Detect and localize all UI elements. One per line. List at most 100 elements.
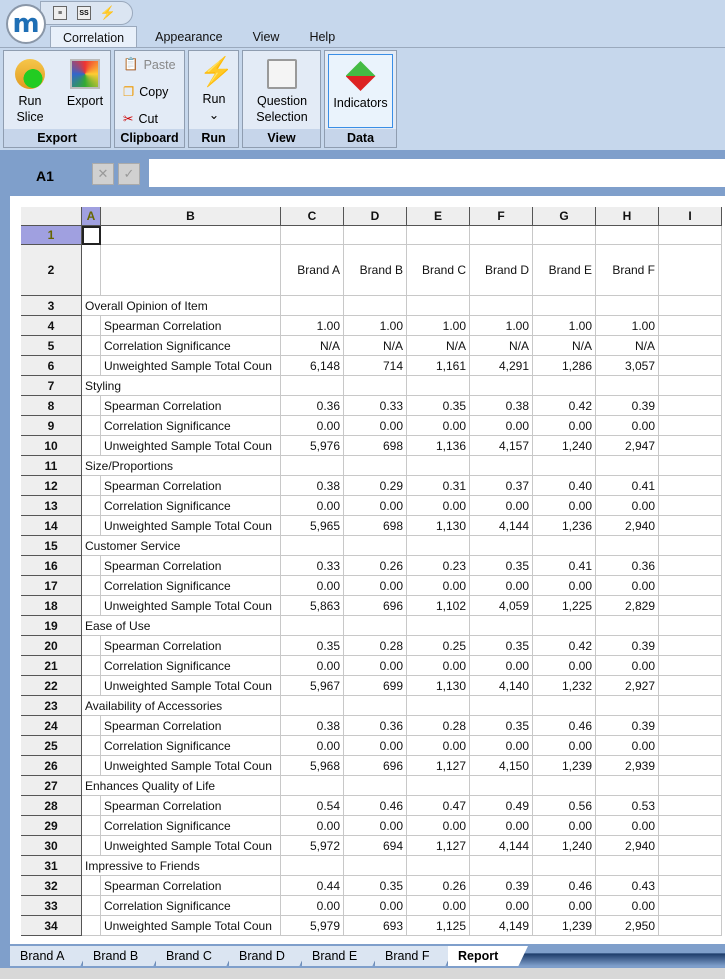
export-button[interactable]: Export <box>64 59 106 109</box>
value-cell[interactable]: 0.00 <box>281 896 344 916</box>
cell[interactable] <box>659 596 722 616</box>
metric-label[interactable]: Spearman Correlation <box>101 636 281 656</box>
row-header[interactable]: 32 <box>21 876 82 896</box>
cell-reference[interactable]: A1 <box>36 168 54 184</box>
value-cell[interactable]: 1,102 <box>407 596 470 616</box>
ss-icon[interactable]: SS <box>77 6 91 20</box>
cell[interactable] <box>533 376 596 396</box>
cell[interactable] <box>596 226 659 245</box>
value-cell[interactable]: 0.00 <box>470 576 533 596</box>
cell[interactable] <box>659 456 722 476</box>
cell[interactable] <box>659 356 722 376</box>
metric-label[interactable]: Unweighted Sample Total Coun <box>101 436 281 456</box>
value-cell[interactable]: 698 <box>344 436 407 456</box>
value-cell[interactable]: 1,240 <box>533 836 596 856</box>
value-cell[interactable]: 0.00 <box>533 576 596 596</box>
value-cell[interactable]: 5,967 <box>281 676 344 696</box>
cell[interactable] <box>659 576 722 596</box>
value-cell[interactable]: 0.28 <box>407 716 470 736</box>
value-cell[interactable]: 0.56 <box>533 796 596 816</box>
cell[interactable] <box>659 776 722 796</box>
value-cell[interactable]: 0.00 <box>407 496 470 516</box>
value-cell[interactable]: 0.46 <box>533 716 596 736</box>
value-cell[interactable]: 0.00 <box>407 896 470 916</box>
cell[interactable] <box>659 616 722 636</box>
value-cell[interactable]: 1,240 <box>533 436 596 456</box>
value-cell[interactable]: 1.00 <box>281 316 344 336</box>
cell[interactable] <box>82 556 101 576</box>
cell[interactable] <box>344 616 407 636</box>
value-cell[interactable]: 0.43 <box>596 876 659 896</box>
tab-view[interactable]: View <box>241 26 292 47</box>
value-cell[interactable]: 0.00 <box>470 736 533 756</box>
cell[interactable] <box>596 296 659 316</box>
row-header[interactable]: 20 <box>21 636 82 656</box>
metric-label[interactable]: Unweighted Sample Total Coun <box>101 836 281 856</box>
value-cell[interactable]: 0.00 <box>281 816 344 836</box>
cell[interactable] <box>344 536 407 556</box>
value-cell[interactable]: 1.00 <box>533 316 596 336</box>
value-cell[interactable]: 1,236 <box>533 516 596 536</box>
cell[interactable] <box>659 296 722 316</box>
value-cell[interactable]: 0.25 <box>407 636 470 656</box>
cell[interactable] <box>82 596 101 616</box>
metric-label[interactable]: Correlation Significance <box>101 736 281 756</box>
metric-label[interactable]: Unweighted Sample Total Coun <box>101 676 281 696</box>
cell[interactable] <box>82 396 101 416</box>
tab-help[interactable]: Help <box>297 26 347 47</box>
row-header[interactable]: 19 <box>21 616 82 636</box>
cell[interactable] <box>101 226 281 245</box>
value-cell[interactable]: 1.00 <box>596 316 659 336</box>
cell[interactable] <box>659 916 722 936</box>
column-header-A[interactable]: A <box>82 207 101 226</box>
row-header[interactable]: 33 <box>21 896 82 916</box>
row-header[interactable]: 30 <box>21 836 82 856</box>
value-cell[interactable]: 4,059 <box>470 596 533 616</box>
cell[interactable] <box>82 916 101 936</box>
value-cell[interactable]: 0.46 <box>533 876 596 896</box>
cell[interactable] <box>281 376 344 396</box>
cell[interactable] <box>407 776 470 796</box>
row-header[interactable]: 25 <box>21 736 82 756</box>
cell[interactable] <box>82 436 101 456</box>
value-cell[interactable]: 0.00 <box>281 576 344 596</box>
value-cell[interactable]: 0.28 <box>344 636 407 656</box>
value-cell[interactable]: 0.00 <box>596 576 659 596</box>
value-cell[interactable]: 0.49 <box>470 796 533 816</box>
value-cell[interactable]: 0.00 <box>344 576 407 596</box>
column-header-B[interactable]: B <box>101 207 281 226</box>
sheet-tab[interactable]: Brand F <box>375 946 455 966</box>
metric-label[interactable]: Correlation Significance <box>101 416 281 436</box>
value-cell[interactable]: 1.00 <box>344 316 407 336</box>
row-header[interactable]: 1 <box>21 226 82 245</box>
value-cell[interactable]: 0.39 <box>596 396 659 416</box>
row-header[interactable]: 23 <box>21 696 82 716</box>
value-cell[interactable]: 0.00 <box>281 656 344 676</box>
row-header[interactable]: 14 <box>21 516 82 536</box>
value-cell[interactable]: 696 <box>344 756 407 776</box>
metric-label[interactable]: Spearman Correlation <box>101 396 281 416</box>
value-cell[interactable]: 0.00 <box>407 576 470 596</box>
tab-appearance[interactable]: Appearance <box>143 26 234 47</box>
section-title[interactable]: Overall Opinion of Item <box>82 296 281 316</box>
run-button[interactable]: ⚡ Run ⌄ <box>193 57 235 123</box>
metric-label[interactable]: Unweighted Sample Total Coun <box>101 516 281 536</box>
formula-input[interactable] <box>149 159 725 187</box>
cell[interactable] <box>82 245 101 296</box>
cell[interactable] <box>82 736 101 756</box>
brand-header[interactable]: Brand E <box>533 245 596 296</box>
row-header[interactable]: 2 <box>21 245 82 296</box>
value-cell[interactable]: 0.00 <box>596 736 659 756</box>
value-cell[interactable]: 696 <box>344 596 407 616</box>
cell[interactable] <box>659 376 722 396</box>
cell[interactable] <box>281 776 344 796</box>
cell[interactable] <box>659 336 722 356</box>
run-slice-button[interactable]: Run Slice <box>10 59 50 125</box>
value-cell[interactable]: 693 <box>344 916 407 936</box>
value-cell[interactable]: 0.00 <box>344 816 407 836</box>
cell[interactable] <box>82 676 101 696</box>
metric-label[interactable]: Spearman Correlation <box>101 796 281 816</box>
value-cell[interactable]: 0.00 <box>344 736 407 756</box>
value-cell[interactable]: 0.00 <box>344 896 407 916</box>
value-cell[interactable]: 698 <box>344 516 407 536</box>
